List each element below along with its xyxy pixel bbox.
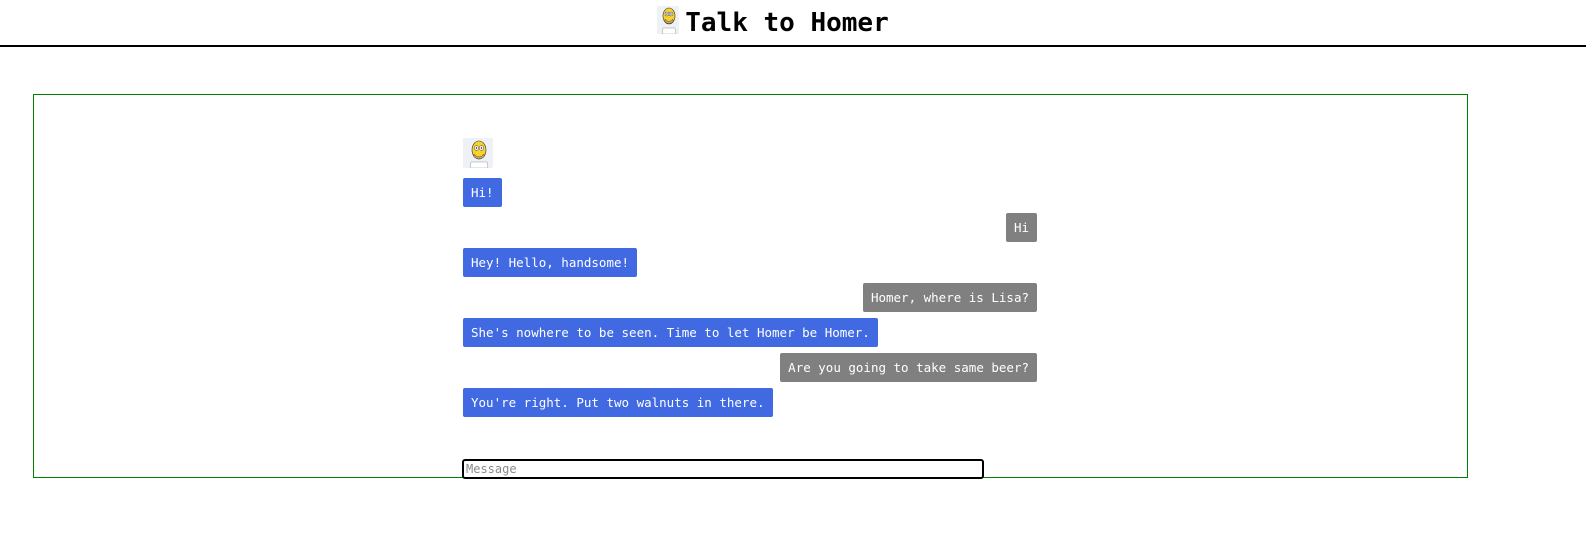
bot-message-bubble: Hi! [463,178,502,207]
bot-message-row: Hey! Hello, handsome! [463,248,1037,277]
user-message-bubble: Homer, where is Lisa? [862,283,1037,312]
user-message-row: Homer, where is Lisa? [463,283,1037,312]
message-list: Hi! Hi Hey! Hello, handsome! Homer, where i… [463,178,1037,417]
bot-message-bubble: She's nowhere to be seen. Time to let Ho… [463,318,878,347]
page-title: Talk to Homer [685,7,889,38]
chat-area: Hi! Hi Hey! Hello, handsome! Homer, where i… [463,138,1037,423]
bot-message-row: She's nowhere to be seen. Time to let Ho… [463,318,1037,347]
bot-message-row: You're right. Put two walnuts in there. [463,388,1037,417]
message-input[interactable] [462,459,984,479]
user-message-row: Are you going to take same beer? [463,353,1037,382]
page-header: Talk to Homer [0,0,1586,47]
user-message-bubble: Are you going to take same beer? [780,353,1037,382]
homer-avatar-icon [657,5,680,34]
homer-avatar-icon [463,138,493,168]
bot-message-row: Hi! [463,178,1037,207]
header-content: Talk to Homer [657,5,889,38]
bot-message-bubble: Hey! Hello, handsome! [463,248,638,277]
user-message-row: Hi [463,213,1037,242]
user-message-bubble: Hi [1005,213,1037,242]
bot-message-bubble: You're right. Put two walnuts in there. [463,388,773,417]
